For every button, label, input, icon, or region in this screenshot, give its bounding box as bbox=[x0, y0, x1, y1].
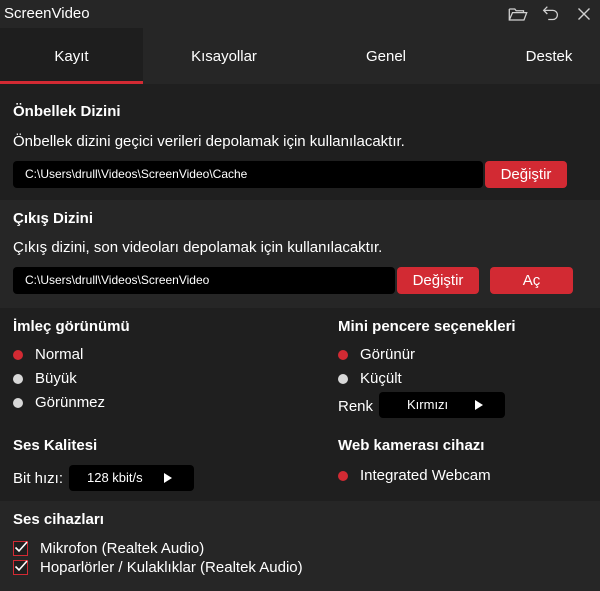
sound-quality-heading: Ses Kalitesi bbox=[13, 437, 98, 454]
options-section: İmleç görünümü Normal Büyük Görünmez Min… bbox=[0, 308, 600, 501]
tab-label: Kısayollar bbox=[191, 48, 257, 65]
play-arrow-icon bbox=[164, 473, 172, 483]
title-bar: ScreenVideo bbox=[0, 0, 600, 28]
play-arrow-icon bbox=[475, 400, 483, 410]
radio-label: Integrated Webcam bbox=[360, 467, 491, 484]
tab-shortcuts[interactable]: Kısayollar bbox=[170, 28, 278, 84]
cursor-heading: İmleç görünümü bbox=[13, 318, 130, 335]
audio-devices-heading: Ses cihazları bbox=[13, 511, 104, 528]
undo-icon[interactable] bbox=[540, 3, 562, 25]
radio-label: Küçült bbox=[360, 370, 402, 387]
radio-selected-icon bbox=[338, 350, 348, 360]
tab-general[interactable]: Genel bbox=[340, 28, 432, 84]
radio-unselected-icon bbox=[13, 374, 23, 384]
radio-label: Büyük bbox=[35, 370, 77, 387]
tab-recording[interactable]: Kayıt bbox=[0, 28, 143, 84]
color-selector[interactable]: Kırmızı bbox=[379, 392, 505, 418]
tab-support[interactable]: Destek bbox=[505, 28, 593, 84]
tab-label: Destek bbox=[525, 48, 573, 65]
app-title: ScreenVideo bbox=[4, 5, 90, 22]
folder-icon[interactable] bbox=[507, 3, 529, 25]
close-icon[interactable] bbox=[573, 3, 595, 25]
cache-directory-section: Önbellek Dizini Önbellek dizini geçici v… bbox=[0, 84, 600, 200]
cache-description: Önbellek dizini geçici verileri depolama… bbox=[13, 133, 405, 150]
checkmark-icon bbox=[14, 541, 28, 553]
speakers-checkbox[interactable] bbox=[13, 560, 28, 575]
output-change-button[interactable]: Değiştir bbox=[397, 267, 479, 294]
output-path-field[interactable]: C:\Users\drull\Videos\ScreenVideo bbox=[13, 267, 395, 294]
output-open-button[interactable]: Aç bbox=[490, 267, 573, 294]
radio-selected-icon bbox=[338, 471, 348, 481]
mini-window-heading: Mini pencere seçenekleri bbox=[338, 318, 516, 335]
cache-heading: Önbellek Dizini bbox=[13, 103, 121, 120]
bitrate-label: Bit hızı: bbox=[13, 470, 64, 487]
cache-path-field[interactable]: C:\Users\drull\Videos\ScreenVideo\Cache bbox=[13, 161, 483, 188]
radio-label: Normal bbox=[35, 346, 84, 363]
radio-selected-icon bbox=[13, 350, 23, 360]
radio-label: Görünür bbox=[360, 346, 416, 363]
radio-label: Görünmez bbox=[35, 394, 106, 411]
audio-devices-section: Ses cihazları Mikrofon (Realtek Audio) H… bbox=[0, 501, 600, 591]
radio-unselected-icon bbox=[13, 398, 23, 408]
webcam-heading: Web kamerası cihazı bbox=[338, 437, 485, 454]
microphone-label: Mikrofon (Realtek Audio) bbox=[40, 540, 205, 557]
radio-unselected-icon bbox=[338, 374, 348, 384]
color-value: Kırmızı bbox=[407, 397, 449, 412]
output-heading: Çıkış Dizini bbox=[13, 210, 94, 227]
bitrate-value: 128 kbit/s bbox=[87, 470, 143, 485]
checkmark-icon bbox=[14, 560, 28, 572]
tab-label: Genel bbox=[365, 48, 407, 65]
output-description: Çıkış dizini, son videoları depolamak iç… bbox=[13, 239, 383, 256]
output-directory-section: Çıkış Dizini Çıkış dizini, son videoları… bbox=[0, 200, 600, 308]
tab-bar: Kayıt Kısayollar Genel Destek bbox=[0, 28, 600, 84]
cache-change-button[interactable]: Değiştir bbox=[485, 161, 567, 188]
bitrate-selector[interactable]: 128 kbit/s bbox=[69, 465, 194, 491]
color-label: Renk bbox=[338, 398, 374, 415]
microphone-checkbox[interactable] bbox=[13, 541, 28, 556]
tab-label: Kayıt bbox=[54, 48, 89, 65]
speakers-label: Hoparlörler / Kulaklıklar (Realtek Audio… bbox=[40, 559, 303, 576]
